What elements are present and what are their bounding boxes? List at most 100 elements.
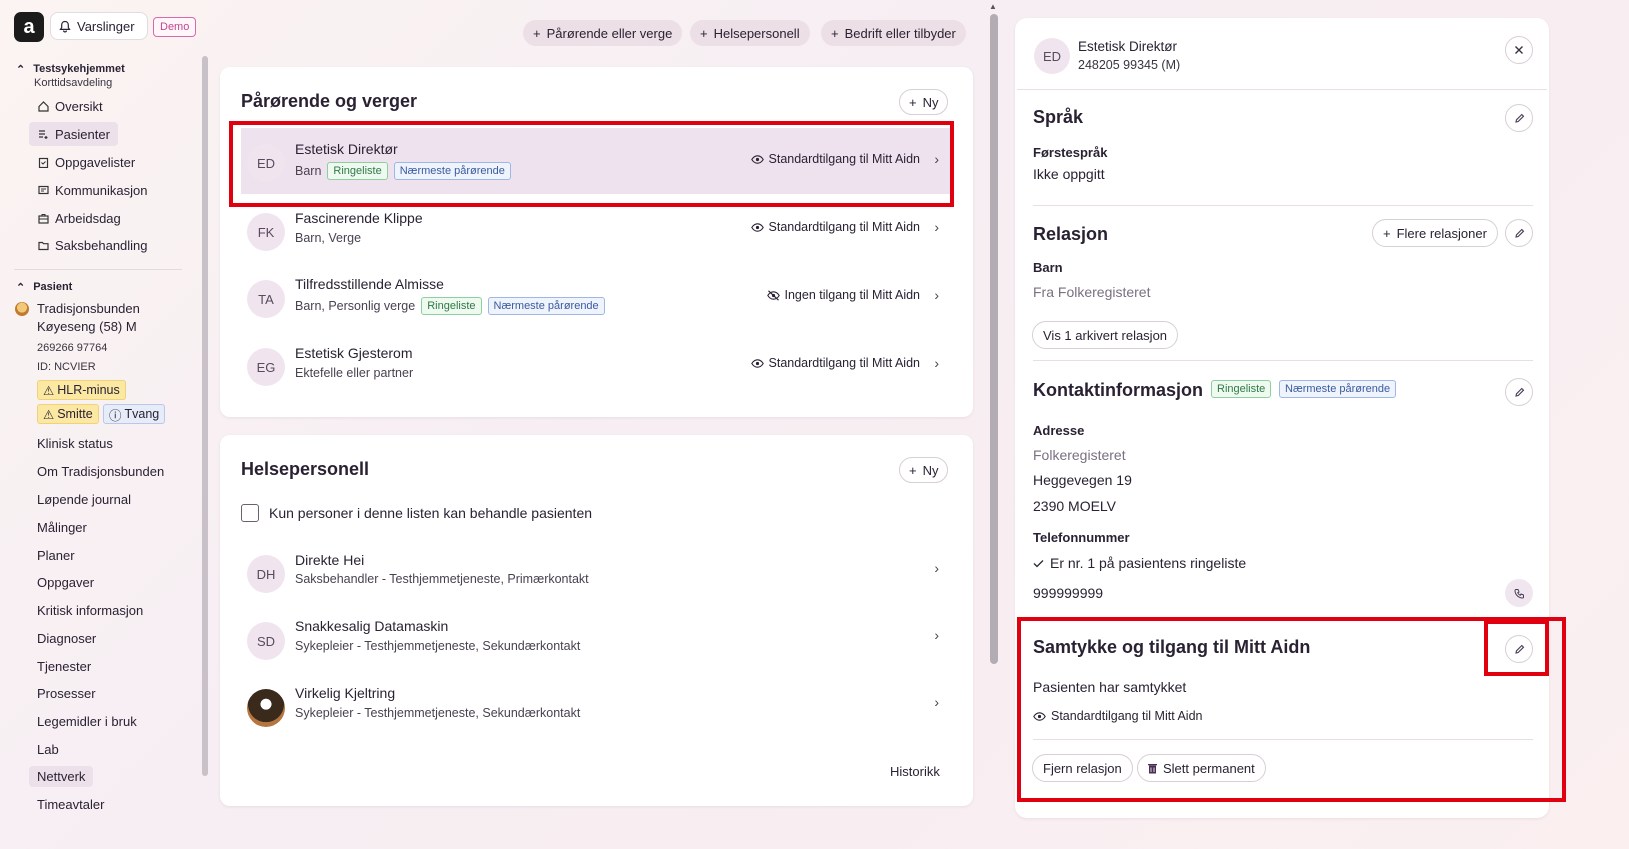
sidebar-item-klinisk-status[interactable]: Klinisk status — [37, 436, 113, 451]
avatar: FK — [247, 213, 285, 251]
sidebar-item-prosesser[interactable]: Prosesser — [37, 686, 96, 701]
personnel-name: Virkelig Kjeltring — [295, 685, 396, 701]
chevron-right-icon: › — [934, 560, 939, 576]
detail-avatar: ED — [1034, 38, 1070, 74]
check-icon — [1033, 559, 1044, 568]
eye-icon — [750, 222, 764, 232]
add-health-personnel-button[interactable]: + Helsepersonell — [690, 20, 810, 46]
avatar: DH — [247, 555, 285, 593]
app-logo[interactable]: a — [14, 12, 44, 42]
avatar: TA — [247, 280, 285, 318]
edit-relation-button[interactable] — [1505, 219, 1533, 247]
smitte-badge[interactable]: ⚠ Smitte — [37, 404, 99, 424]
sidebar-item-oversikt[interactable]: Oversikt — [29, 94, 111, 118]
edit-language-button[interactable] — [1505, 104, 1533, 132]
history-link[interactable]: Historikk — [890, 764, 940, 779]
folder-icon — [37, 239, 49, 251]
plus-icon: + — [533, 25, 541, 41]
sidebar-item-nettverk[interactable]: Nettverk — [29, 766, 94, 787]
personnel-role: Sykepleier - Testhjemmetjeneste, Sekundæ… — [295, 639, 581, 653]
edit-contact-button[interactable] — [1505, 378, 1533, 406]
relatives-title: Pårørende og verger — [241, 91, 418, 111]
sidebar-item-lopende-journal[interactable]: Løpende journal — [37, 492, 131, 507]
relative-row[interactable]: TA Tilfredsstillende Almisse Barn, Perso… — [241, 264, 951, 326]
health-personnel-title: Helsepersonell — [241, 459, 370, 479]
closest-relative-tag: Nærmeste pårørende — [487, 297, 605, 315]
briefcase-icon — [37, 212, 49, 224]
add-company-button[interactable]: + Bedrift eller tilbyder — [821, 20, 966, 46]
sidebar: a Varslinger Demo ⌃ Testsykehjemmet Kort… — [0, 0, 200, 849]
add-relative-button[interactable]: + Pårørende eller verge — [523, 20, 683, 46]
patient-name[interactable]: Tradisjonsbunden Køyeseng (58) M — [37, 300, 187, 336]
sidebar-item-lab[interactable]: Lab — [37, 742, 59, 757]
sidebar-item-pasienter[interactable]: Pasienter — [29, 122, 118, 146]
sidebar-item-kritisk-informasjon[interactable]: Kritisk informasjon — [37, 603, 143, 618]
hlr-badge[interactable]: ⚠ HLR-minus — [37, 380, 126, 400]
sidebar-item-oppgavelister[interactable]: Oppgavelister — [29, 150, 143, 174]
health-personnel-row[interactable]: SD Snakkesalig Datamaskin Sykepleier - T… — [241, 606, 951, 668]
sidebar-item-legemidler[interactable]: Legemidler i bruk — [37, 714, 137, 729]
sidebar-item-oppgaver[interactable]: Oppgaver — [37, 575, 94, 590]
sidebar-divider — [14, 269, 182, 270]
relative-name: Fascinerende Klippe — [295, 210, 423, 226]
call-button[interactable] — [1505, 579, 1533, 607]
bell-icon — [59, 20, 71, 33]
plus-icon: + — [700, 25, 708, 41]
patient-avatar — [15, 302, 29, 316]
close-icon — [1514, 45, 1524, 55]
clipboard-icon — [37, 156, 49, 168]
contact-title: Kontaktinformasjon — [1033, 380, 1204, 400]
eye-off-icon — [766, 289, 780, 301]
tvang-badge[interactable]: ⓘ Tvang — [103, 404, 166, 424]
sidebar-item-malinger[interactable]: Målinger — [37, 520, 87, 535]
sidebar-scrollbar[interactable] — [202, 56, 208, 776]
pencil-icon — [1514, 228, 1525, 239]
sidebar-item-tjenester[interactable]: Tjenester — [37, 659, 91, 674]
more-relations-button[interactable]: + Flere relasjoner — [1372, 219, 1498, 247]
patients-icon — [37, 128, 49, 140]
patient-section-header[interactable]: ⌃ Pasient — [16, 281, 72, 294]
address-source: Folkeregisteret — [1033, 447, 1126, 463]
new-health-personnel-button[interactable]: + Ny — [899, 457, 949, 483]
relative-row[interactable]: EG Estetisk Gjesterom Ektefelle eller pa… — [241, 332, 951, 394]
home-icon — [37, 100, 49, 112]
only-listed-checkbox[interactable] — [241, 504, 259, 522]
access-status: Ingen tilgang til Mitt Aidn — [766, 288, 920, 302]
health-personnel-row[interactable]: DH Direkte Hei Saksbehandler - Testhjemm… — [241, 539, 951, 601]
sidebar-item-kommunikasjon[interactable]: Kommunikasjon — [29, 178, 156, 202]
sidebar-item-timeavtaler[interactable]: Timeavtaler — [37, 797, 104, 812]
personnel-name: Snakkesalig Datamaskin — [295, 618, 449, 634]
relative-relation: Barn, Verge — [295, 231, 362, 245]
sidebar-item-saksbehandling[interactable]: Saksbehandling — [29, 233, 156, 257]
personnel-name: Direkte Hei — [295, 552, 365, 568]
first-language-label: Førstespråk — [1033, 145, 1108, 160]
relative-row[interactable]: FK Fascinerende Klippe Barn, Verge Stand… — [241, 197, 951, 259]
sidebar-item-om-pasient[interactable]: Om Tradisjonsbunden — [37, 464, 164, 479]
chevron-up-icon: ⌃ — [16, 282, 26, 294]
eye-icon — [750, 358, 764, 368]
language-title: Språk — [1033, 107, 1084, 127]
health-personnel-row[interactable]: Virkelig Kjeltring Sykepleier - Testhjem… — [241, 673, 951, 735]
sidebar-item-planer[interactable]: Planer — [37, 548, 75, 563]
address-label: Adresse — [1033, 423, 1085, 438]
chevron-right-icon: › — [934, 627, 939, 643]
closest-relative-tag: Nærmeste pårørende — [1279, 380, 1397, 398]
unit-section-header[interactable]: ⌃ Testsykehjemmet — [16, 63, 125, 76]
relation-type: Barn — [1033, 260, 1063, 275]
notifications-button[interactable]: Varslinger — [50, 12, 148, 40]
patient-id: ID: NCVIER — [37, 361, 96, 373]
scroll-up-arrow[interactable]: ▲ — [989, 2, 997, 11]
close-button[interactable] — [1505, 36, 1533, 64]
chevron-right-icon: › — [934, 219, 939, 235]
sidebar-item-diagnoser[interactable]: Diagnoser — [37, 631, 96, 646]
avatar: EG — [247, 348, 285, 386]
sidebar-item-arbeidsdag[interactable]: Arbeidsdag — [29, 206, 129, 230]
plus-icon: + — [909, 94, 917, 110]
chevron-right-icon: › — [934, 694, 939, 710]
chevron-right-icon: › — [934, 355, 939, 371]
main-scrollbar[interactable] — [990, 14, 998, 664]
message-icon — [37, 184, 49, 196]
new-relative-button[interactable]: + Ny — [899, 89, 949, 115]
warning-icon: ⚠ — [43, 407, 55, 422]
show-archived-relation-button[interactable]: Vis 1 arkivert relasjon — [1032, 321, 1179, 349]
